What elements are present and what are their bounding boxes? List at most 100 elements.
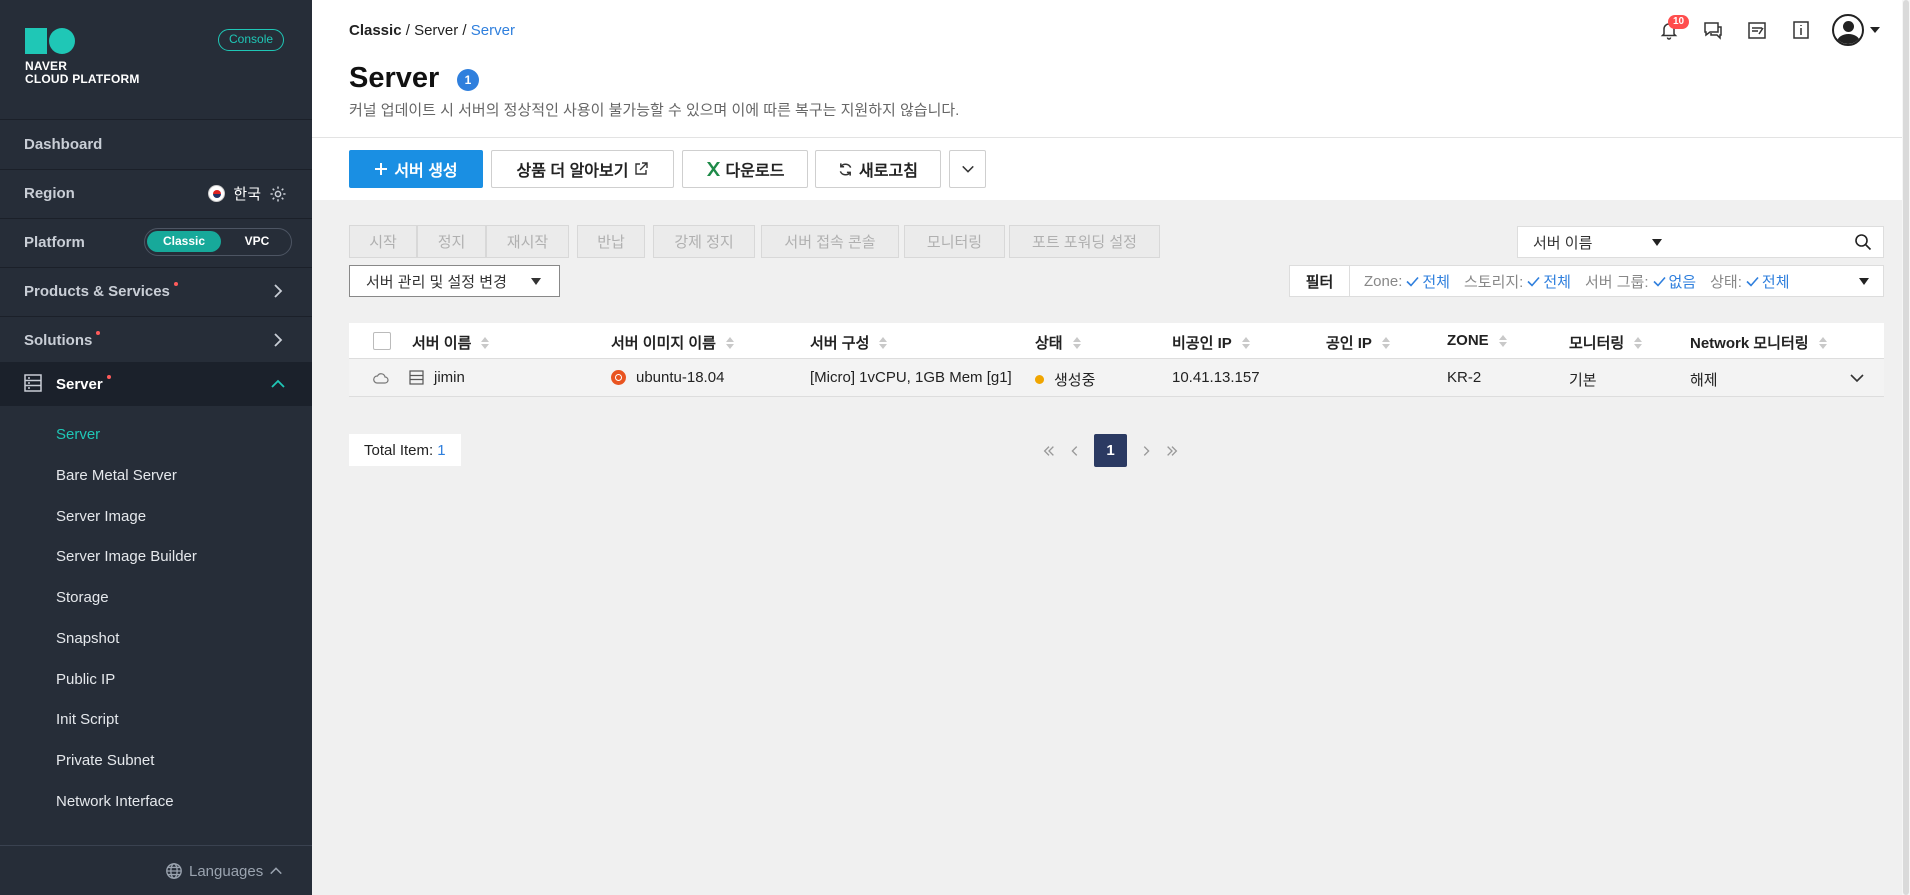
- ubuntu-icon: [611, 370, 626, 385]
- page-button-current[interactable]: 1: [1094, 434, 1127, 467]
- download-button[interactable]: 다운로드: [682, 150, 808, 188]
- server-icon: [24, 374, 42, 392]
- sidebar-sub-private-subnet[interactable]: Private Subnet: [56, 752, 154, 769]
- column-header-zone[interactable]: ZONE: [1447, 332, 1507, 349]
- chevron-right-icon: [274, 333, 283, 347]
- sidebar-sub-server-image[interactable]: Server Image: [56, 508, 146, 525]
- user-menu[interactable]: [1832, 14, 1880, 46]
- stop-button[interactable]: 정지: [417, 225, 486, 258]
- filter-zone[interactable]: Zone: 전체: [1364, 271, 1450, 292]
- notification-bell-icon[interactable]: 10: [1656, 15, 1690, 43]
- more-options-button[interactable]: [949, 150, 986, 188]
- learn-more-button[interactable]: 상품 더 알아보기: [491, 150, 674, 188]
- sidebar-sub-snapshot[interactable]: Snapshot: [56, 630, 119, 647]
- caret-down-icon[interactable]: [1859, 278, 1869, 285]
- sidebar-item-region: Region 한국: [0, 171, 312, 215]
- naver-cloud-logo[interactable]: NAVER CLOUD PLATFORM: [25, 28, 140, 86]
- search-input[interactable]: [1676, 226, 1884, 258]
- column-header-public-ip[interactable]: 공인 IP: [1326, 332, 1390, 353]
- header-icons: 10: [1656, 14, 1880, 46]
- search-icon[interactable]: [1854, 233, 1872, 251]
- column-header-image-name[interactable]: 서버 이미지 이름: [611, 332, 734, 353]
- gear-icon[interactable]: [269, 185, 287, 203]
- column-header-monitoring[interactable]: 모니터링: [1569, 332, 1643, 353]
- main-content: Classic / Server / Server 10 Server 1 커널…: [312, 0, 1910, 895]
- server-name-link[interactable]: jimin: [434, 369, 465, 386]
- filter-bar[interactable]: 필터 Zone: 전체 스토리지: 전체 서버 그룹: 없음 상태: 전체: [1289, 265, 1884, 297]
- create-server-button[interactable]: 서버 생성: [349, 150, 483, 188]
- sidebar-sub-storage[interactable]: Storage: [56, 589, 109, 606]
- zone: KR-2: [1447, 369, 1482, 386]
- sidebar-item-label: Dashboard: [24, 135, 103, 153]
- sidebar-sub-init-script[interactable]: Init Script: [56, 711, 119, 728]
- excel-icon: [706, 162, 720, 176]
- network-monitoring: 해제: [1690, 372, 1718, 389]
- chevron-right-icon: [274, 284, 283, 298]
- region-value[interactable]: 한국: [233, 183, 261, 204]
- monitoring-button[interactable]: 모니터링: [904, 225, 1005, 258]
- server-manage-dropdown[interactable]: 서버 관리 및 설정 변경: [349, 265, 560, 297]
- info-icon[interactable]: [1788, 17, 1814, 43]
- restart-button[interactable]: 재시작: [486, 225, 569, 258]
- next-page-icon[interactable]: [1139, 444, 1153, 458]
- first-page-icon[interactable]: [1042, 444, 1056, 458]
- caret-down-icon: [531, 278, 541, 285]
- sidebar-item-label: Solutions: [24, 331, 93, 349]
- divider: [0, 845, 312, 846]
- sort-icon: [1241, 336, 1250, 349]
- sidebar-item-server[interactable]: Server: [0, 362, 312, 406]
- prev-page-icon[interactable]: [1068, 444, 1082, 458]
- sidebar-sub-server[interactable]: Server: [56, 426, 100, 443]
- divider: [0, 316, 312, 317]
- column-header-spec[interactable]: 서버 구성: [810, 332, 888, 353]
- languages-button[interactable]: Languages: [165, 862, 283, 880]
- sidebar-item-products[interactable]: Products & Services: [0, 269, 312, 313]
- monitoring: 기본: [1569, 372, 1597, 389]
- force-stop-button[interactable]: 강제 정지: [653, 225, 755, 258]
- scrollbar-thumb[interactable]: [1903, 0, 1909, 895]
- filter-server-group[interactable]: 서버 그룹: 없음: [1585, 271, 1696, 292]
- sidebar-item-solutions[interactable]: Solutions: [0, 318, 312, 362]
- sort-icon: [1498, 334, 1507, 347]
- column-header-status[interactable]: 상태: [1035, 332, 1081, 353]
- sidebar-sub-server-image-builder[interactable]: Server Image Builder: [56, 548, 197, 565]
- status-dot-icon: [1035, 375, 1044, 384]
- sort-icon: [1634, 336, 1643, 349]
- console-badge[interactable]: Console: [218, 29, 285, 51]
- column-header-network-monitoring[interactable]: Network 모니터링: [1690, 332, 1827, 353]
- check-icon: [1746, 276, 1759, 287]
- breadcrumb-classic[interactable]: Classic: [349, 22, 402, 39]
- port-forwarding-button[interactable]: 포트 포워딩 설정: [1009, 225, 1160, 258]
- platform-vpc-option[interactable]: VPC: [225, 231, 289, 252]
- sidebar-item-label: Region: [24, 184, 75, 202]
- filter-storage[interactable]: 스토리지: 전체: [1464, 271, 1571, 292]
- start-button[interactable]: 시작: [349, 225, 417, 258]
- filter-state[interactable]: 상태: 전체: [1710, 271, 1789, 292]
- check-icon: [1527, 276, 1540, 287]
- pagination: 1: [1042, 434, 1179, 467]
- last-page-icon[interactable]: [1165, 444, 1179, 458]
- table-row[interactable]: jimin ubuntu-18.04 [Micro] 1vCPU, 1GB Me…: [349, 359, 1884, 397]
- server-console-button[interactable]: 서버 접속 콘솔: [761, 225, 899, 258]
- sort-icon: [1381, 336, 1390, 349]
- platform-toggle[interactable]: Classic VPC: [144, 228, 292, 256]
- sidebar-item-dashboard[interactable]: Dashboard: [0, 122, 312, 166]
- column-header-private-ip[interactable]: 비공인 IP: [1172, 332, 1250, 353]
- plus-icon: [375, 163, 388, 175]
- return-button[interactable]: 반납: [577, 225, 645, 258]
- chat-icon[interactable]: [1700, 17, 1726, 43]
- memo-icon[interactable]: [1744, 17, 1770, 43]
- scrollbar[interactable]: [1902, 0, 1910, 895]
- sort-icon: [725, 336, 734, 349]
- platform-classic-option[interactable]: Classic: [147, 231, 221, 252]
- sidebar-sub-bare-metal-server[interactable]: Bare Metal Server: [56, 467, 177, 484]
- select-all-checkbox[interactable]: [373, 332, 391, 350]
- breadcrumb-server[interactable]: Server: [414, 22, 458, 39]
- sidebar-sub-public-ip[interactable]: Public IP: [56, 671, 115, 688]
- sidebar-sub-network-interface[interactable]: Network Interface: [56, 793, 174, 810]
- expand-row-icon[interactable]: [1849, 370, 1865, 386]
- refresh-button[interactable]: 새로고침: [815, 150, 941, 188]
- search-field-select[interactable]: 서버 이름: [1517, 226, 1677, 258]
- filter-label: 필터: [1290, 266, 1350, 296]
- column-header-server-name[interactable]: 서버 이름: [412, 332, 490, 353]
